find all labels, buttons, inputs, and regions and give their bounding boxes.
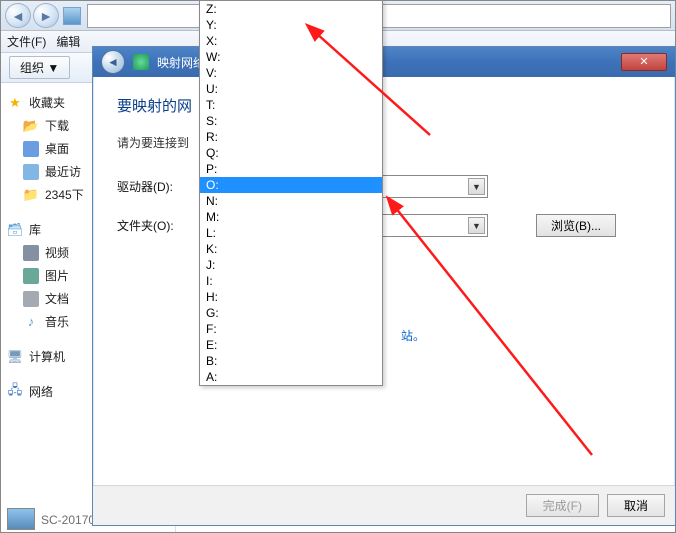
drive-option[interactable]: F: <box>200 321 382 337</box>
drive-label: 驱动器(D): <box>117 178 195 195</box>
document-icon <box>23 291 39 307</box>
close-button[interactable]: ✕ <box>621 53 667 71</box>
drive-option[interactable]: Y: <box>200 17 382 33</box>
drive-option[interactable]: V: <box>200 65 382 81</box>
drive-option[interactable]: L: <box>200 225 382 241</box>
organize-button[interactable]: 组织 ▼ <box>9 56 70 79</box>
libraries-label: 库 <box>29 221 41 238</box>
sidebar-item-label: 桌面 <box>45 140 69 157</box>
computer-label: 计算机 <box>29 348 65 365</box>
recent-icon <box>23 164 39 180</box>
folder-label: 文件夹(O): <box>117 217 195 234</box>
drive-option[interactable]: T: <box>200 97 382 113</box>
network-label: 网络 <box>29 383 53 400</box>
map-drive-dialog: ◄ 映射网络驱动器 ✕ 要映射的网 请为要连接到 驱动器(D): O: ▼ 文件… <box>92 46 676 526</box>
drive-option[interactable]: K: <box>200 241 382 257</box>
drive-option[interactable]: P: <box>200 161 382 177</box>
sidebar-item-label: 图片 <box>45 267 69 284</box>
drive-option[interactable]: N: <box>200 193 382 209</box>
drive-option[interactable]: I: <box>200 273 382 289</box>
drive-option[interactable]: M: <box>200 209 382 225</box>
video-icon <box>23 245 39 261</box>
monitor-icon <box>7 508 35 530</box>
music-icon: ♪ <box>23 314 39 330</box>
drive-option[interactable]: O: <box>200 177 382 193</box>
forward-button[interactable]: ► <box>33 3 59 28</box>
drive-option[interactable]: G: <box>200 305 382 321</box>
computer-icon: 🖥 <box>7 349 23 365</box>
back-button[interactable]: ◄ <box>5 3 31 28</box>
chevron-down-icon[interactable]: ▼ <box>468 217 485 234</box>
folder-icon: 📁 <box>23 187 39 203</box>
network-icon: 🖧 <box>7 384 23 400</box>
back-button[interactable]: ◄ <box>101 50 125 74</box>
dialog-subtext: 请为要连接到 <box>117 134 651 151</box>
browse-button[interactable]: 浏览(B)... <box>536 214 616 237</box>
folder-row: 文件夹(O): ▼ 浏览(B)... <box>117 214 651 237</box>
link-partial[interactable]: 站。 <box>401 329 425 343</box>
dialog-footer: 完成(F) 取消 <box>93 485 675 525</box>
breadcrumb-icon <box>63 7 81 25</box>
drive-option[interactable]: U: <box>200 81 382 97</box>
dialog-titlebar[interactable]: ◄ 映射网络驱动器 ✕ <box>93 47 675 77</box>
picture-icon <box>23 268 39 284</box>
drive-option[interactable]: R: <box>200 129 382 145</box>
menu-edit[interactable]: 编辑 <box>56 33 80 50</box>
drive-dropdown-list[interactable]: Z:Y:X:W:V:U:T:S:R:Q:P:O:N:M:L:K:J:I:H:G:… <box>199 0 383 386</box>
library-icon: 🗃 <box>7 222 23 238</box>
sidebar-item-label: 2345下 <box>45 186 84 203</box>
sidebar-item-label: 下载 <box>45 117 69 134</box>
drive-option[interactable]: Z: <box>200 1 382 17</box>
finish-button[interactable]: 完成(F) <box>526 494 599 517</box>
cancel-button[interactable]: 取消 <box>607 494 665 517</box>
drive-option[interactable]: H: <box>200 289 382 305</box>
drive-option[interactable]: S: <box>200 113 382 129</box>
sidebar-item-label: 最近访 <box>45 163 81 180</box>
star-icon: ★ <box>7 95 23 111</box>
sidebar-item-label: 视频 <box>45 244 69 261</box>
dialog-heading: 要映射的网 <box>117 95 651 116</box>
drive-option[interactable]: W: <box>200 49 382 65</box>
sidebar-item-label: 文档 <box>45 290 69 307</box>
drive-option[interactable]: E: <box>200 337 382 353</box>
drive-option[interactable]: Q: <box>200 145 382 161</box>
folder-icon: 📂 <box>23 118 39 134</box>
drive-row: 驱动器(D): O: ▼ <box>117 175 651 198</box>
sidebar-item-label: 音乐 <box>45 313 69 330</box>
dialog-body: 要映射的网 请为要连接到 驱动器(D): O: ▼ 文件夹(O): ▼ 浏览(B… <box>93 77 675 485</box>
menu-file[interactable]: 文件(F) <box>7 33 46 50</box>
drive-option[interactable]: A: <box>200 369 382 385</box>
map-drive-icon <box>133 54 149 70</box>
favorites-label: 收藏夹 <box>29 94 65 111</box>
drive-option[interactable]: B: <box>200 353 382 369</box>
desktop-icon <box>23 141 39 157</box>
drive-option[interactable]: X: <box>200 33 382 49</box>
drive-option[interactable]: J: <box>200 257 382 273</box>
chevron-down-icon[interactable]: ▼ <box>468 178 485 195</box>
